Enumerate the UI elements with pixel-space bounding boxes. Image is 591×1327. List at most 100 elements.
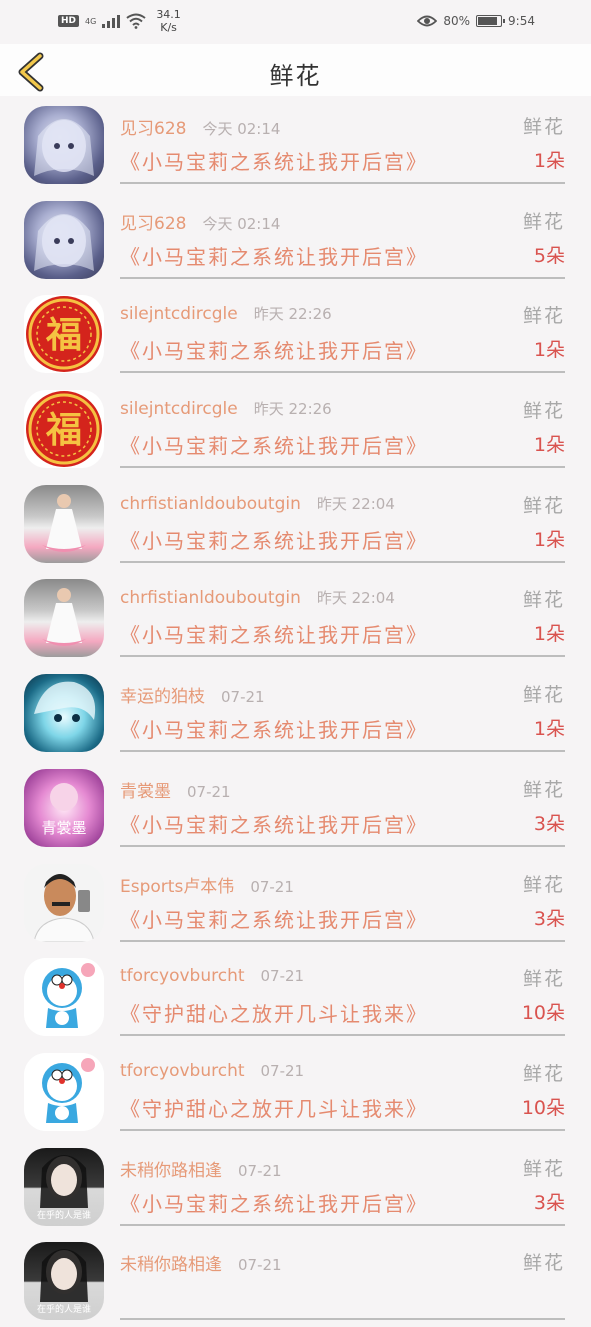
gift-time: 昨天 22:26 [253,305,332,324]
svg-text:福: 福 [45,409,82,451]
book-title[interactable]: 《小马宝莉之系统让我开后宫》 [120,619,428,648]
gift-count: 1朵 [533,150,565,172]
avatar[interactable]: 福 [24,295,104,374]
gift-count: 1朵 [533,339,565,362]
gift-time: 今天 02:14 [202,120,281,138]
gift-time: 07-21 [238,1256,282,1275]
gift-type: 鲜花 [522,1062,565,1085]
avatar[interactable] [24,484,104,563]
divider [120,560,565,563]
gift-type: 鲜花 [522,873,565,896]
page-title: 鲜花 [269,62,322,90]
book-title[interactable]: 《小马宝莉之系统让我开后宫》 [120,1188,428,1217]
sender-name: 青裳墨 07-21 [120,781,231,802]
gift-time: 今天 02:14 [202,214,281,233]
sender-name: silejntcdircgle 昨天 22:26 [120,399,332,420]
avatar[interactable] [24,106,104,184]
list-item[interactable]: tforcyovburcht 07-21 鲜花 《守护甜心之放开几斗让我来》 10朵 [0,948,591,1043]
list-item[interactable]: Esports卢本伟 07-21 鲜花《小马宝莉之系统让我开后宫》 3朵 [0,854,591,949]
gift-count: 5朵 [533,244,565,267]
gift-type: 鲜花 [522,400,565,423]
book-title[interactable]: 《守护甜心之放开几斗让我来》 [120,998,428,1027]
list-item[interactable]: 青裳墨 青裳墨 07-21 鲜花 《小马宝莉之系统让我开后宫》 3朵 [0,759,591,854]
gift-count: 3朵 [533,907,565,930]
gift-type: 鲜花 [522,1157,565,1180]
book-title[interactable]: 《小马宝莉之系统让我开后宫》 [120,904,428,933]
gift-type: 鲜花 [522,1252,565,1275]
avatar[interactable] [24,674,104,753]
book-title[interactable]: 《小马宝莉之系统让我开后宫》 [120,430,428,459]
divider [120,1223,565,1226]
sender-name: 未稍你路相逢 07-21 [120,1255,282,1276]
sender-name: 见习628 今天 02:14 [120,119,281,139]
gift-count: 1朵 [533,528,565,551]
divider [120,371,565,374]
gift-type: 鲜花 [522,210,565,233]
gift-time: 07-21 [238,1161,282,1180]
svg-text:在乎的人是谁: 在乎的人是谁 [37,1303,91,1315]
gift-type: 鲜花 [522,494,565,517]
sender-name: 见习628 今天 02:14 [120,213,281,234]
book-title[interactable]: 《守护甜心之放开几斗让我来》 [120,1093,428,1122]
gift-type: 鲜花 [522,589,565,612]
gift-time: 07-21 [260,1061,305,1080]
svg-text:在乎的人是谁: 在乎的人是谁 [37,1209,91,1221]
avatar[interactable] [24,863,104,942]
book-title[interactable]: 《小马宝莉之系统让我开后宫》 [120,241,428,270]
gift-type: 鲜花 [522,684,565,707]
divider [120,182,565,184]
gift-time: 昨天 22:26 [253,400,332,419]
list-item[interactable]: chrfistianldouboutgin 昨天 22:04 鲜花 《小马宝莉之系统让… [0,569,591,664]
sender-name: Esports卢本伟 07-21 [120,876,294,897]
list-item[interactable]: 见习628 今天 02:14 鲜花《小马宝莉之系统让我开后宫》 1朵 [0,96,591,191]
gift-type: 鲜花 [522,116,565,138]
avatar[interactable] [24,1052,104,1131]
gift-count: 3朵 [533,1191,565,1214]
gift-count: 3朵 [533,812,565,835]
gift-count: 1朵 [533,434,565,457]
avatar[interactable]: 在乎的人是谁 [24,1242,104,1321]
list-item[interactable]: 见习628 今天 02:14 鲜花《小马宝莉之系统让我开后宫》 5朵 [0,191,591,286]
gift-count: 1朵 [533,718,565,741]
divider [120,276,565,279]
avatar[interactable] [24,579,104,658]
gift-count: 1朵 [533,623,565,646]
sender-name: tforcyovburcht 07-21 [120,966,305,987]
gift-time: 昨天 22:04 [316,494,395,513]
gift-type: 鲜花 [522,968,565,991]
avatar[interactable] [24,958,104,1037]
book-title[interactable]: 《小马宝莉之系统让我开后宫》 [120,525,428,554]
gift-time: 昨天 22:04 [316,589,395,608]
avatar[interactable] [24,200,104,279]
list-item[interactable]: 福 silejntcdircgle 昨天 22:26 鲜花《小马宝莉之系统让我开后宫》… [0,380,591,475]
network-speed: 34.1 K/s [156,8,181,34]
book-title[interactable]: 《小马宝莉之系统让我开后宫》 [120,146,428,175]
avatar[interactable]: 青裳墨 [24,768,104,847]
book-title[interactable]: 《小马宝莉之系统让我开后宫》 [120,809,428,838]
divider [120,1128,565,1131]
list-item[interactable]: 福 silejntcdircgle 昨天 22:26 鲜花 《小马宝莉之系统让我开后宫》… [0,285,591,380]
book-title[interactable]: 《小马宝莉之系统让我开后宫》 [120,714,428,743]
clock: 9:54 [508,14,535,28]
list-item[interactable]: 幸运的狛枝 07-21 鲜花 《小马宝莉之系统让我开后宫》 1朵 [0,664,591,759]
avatar[interactable]: 在乎的人是谁 [24,1147,104,1226]
gift-type: 鲜花 [522,305,565,328]
gift-time: 07-21 [187,782,231,801]
divider [120,939,565,942]
list-item[interactable]: tforcyovburcht 07-21 鲜花 《守护甜心之放开几斗让我来》 10朵 [0,1043,591,1138]
divider [120,466,565,469]
title-bar: 鲜花 [0,44,591,96]
sender-name: chrfistianldouboutgin 昨天 22:04 [120,493,395,514]
sender-name: 未稍你路相逢 07-21 [120,1160,282,1181]
list-item[interactable]: chrfistianldouboutgin 昨天 22:04 鲜花《小马宝莉之系统让… [0,475,591,570]
network-type: 4G [85,16,97,26]
status-bar: HD 4G 34.1 K/s 80% 9:54 [0,0,591,44]
avatar[interactable]: 福 [24,390,104,469]
gift-time: 07-21 [221,688,265,707]
sender-name: tforcyovburcht 07-21 [120,1060,305,1081]
book-title[interactable]: 《小马宝莉之系统让我开后宫》 [120,335,428,364]
divider [120,1318,565,1321]
gift-time: 07-21 [260,967,305,986]
list-item[interactable]: 在乎的人是谁 未稍你路相逢 07-21 鲜花《小马宝莉之系统让我开后宫》 3朵 [0,1138,591,1233]
wifi-icon [126,13,146,29]
